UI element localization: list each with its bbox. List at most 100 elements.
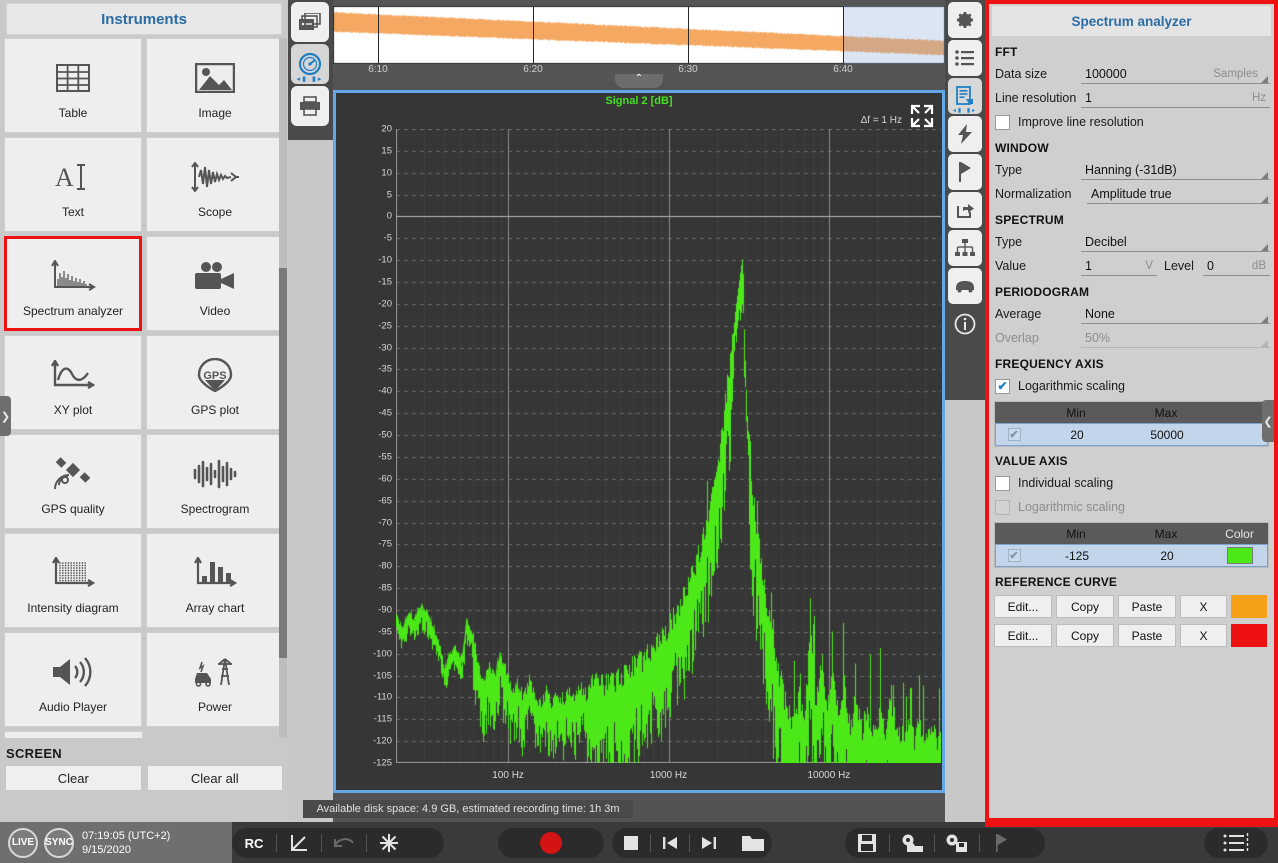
reference-copy-button[interactable]: Copy	[1056, 595, 1114, 618]
instrument-image[interactable]: Image	[146, 38, 284, 133]
instruments-scrollbar[interactable]	[279, 38, 287, 738]
list-icon[interactable]	[948, 40, 982, 76]
spectrum-level-input[interactable]: 0 dB	[1203, 256, 1270, 276]
document-form-icon[interactable]: ◂▮ ▮▸	[948, 78, 982, 114]
screens-icon[interactable]	[291, 2, 329, 42]
reference-color-swatch[interactable]	[1231, 624, 1267, 647]
spectrum-plot-area[interactable]: 20 15 10 5 0 -5 -10 -15 -20 -25 -30 -35 -40 -45 -50 -55…	[373, 124, 941, 781]
instrument-table[interactable]: Table	[4, 38, 142, 133]
save-icon[interactable]	[845, 828, 889, 858]
frequency-axis-table-row[interactable]: ✔ 20 50000	[995, 423, 1268, 446]
rc-button[interactable]: RC	[232, 828, 276, 858]
flag-icon[interactable]	[948, 154, 982, 190]
spectrum-type-select[interactable]: Decibel	[1081, 232, 1270, 252]
expand-arrows-icon[interactable]	[908, 103, 936, 129]
reference-color-swatch[interactable]	[1231, 595, 1267, 618]
window-type-select[interactable]: Hanning (-31dB)	[1081, 160, 1270, 180]
periodogram-overlap-label: Overlap	[995, 331, 1039, 345]
left-panel-expand-handle[interactable]: ❯	[0, 396, 11, 436]
value-color-cell[interactable]	[1212, 547, 1267, 564]
value-individual-scaling-row[interactable]: Individual scaling	[989, 471, 1274, 495]
reference-paste-button[interactable]: Paste	[1118, 595, 1176, 618]
instrument-gps-quality[interactable]: GPS quality	[4, 434, 142, 529]
right-panel-collapse-handle[interactable]: ❮	[1262, 400, 1274, 442]
frequency-log-scaling-row[interactable]: ✔ Logarithmic scaling	[989, 374, 1274, 398]
reference-paste-button[interactable]: Paste	[1118, 624, 1176, 647]
value-min-value[interactable]: -125	[1032, 549, 1122, 563]
improve-line-resolution-checkbox[interactable]	[995, 114, 1010, 130]
freeze-icon[interactable]	[367, 828, 411, 858]
periodogram-section-title: PERIODOGRAM	[995, 285, 1090, 299]
settings-store-icon[interactable]	[935, 828, 979, 858]
measure-icon[interactable]	[277, 828, 321, 858]
instrument-audio-player[interactable]: Audio Player	[4, 632, 142, 727]
chart-delta-f-label: Δf = 1 Hz	[860, 115, 902, 126]
instrument-spectrogram[interactable]: Spectrogram	[146, 434, 284, 529]
prev-button[interactable]	[651, 828, 689, 858]
chevron-down-icon[interactable]	[1261, 196, 1268, 203]
instrument-label: Spectrogram	[180, 501, 250, 516]
curve-color-swatch[interactable]	[1226, 547, 1253, 564]
info-icon[interactable]	[948, 306, 982, 342]
instrument-vehicle[interactable]	[4, 731, 143, 738]
instruments-scroll-thumb[interactable]	[279, 268, 287, 658]
open-folder-button[interactable]	[734, 828, 772, 858]
frequency-min-value[interactable]: 20	[1032, 428, 1122, 442]
flag-icon[interactable]	[980, 828, 1024, 858]
lightning-icon[interactable]	[948, 116, 982, 152]
instrument-video[interactable]: Video	[146, 236, 284, 331]
gear-icon[interactable]	[948, 2, 982, 38]
save-settings-icon[interactable]	[890, 828, 934, 858]
next-button[interactable]	[690, 828, 728, 858]
frequency-log-scaling-checkbox[interactable]: ✔	[995, 378, 1010, 394]
reference-clear-button[interactable]: X	[1180, 595, 1227, 618]
chevron-down-icon[interactable]	[1261, 244, 1268, 251]
spectrum-chart-frame[interactable]: Signal 2 [dB] Δf = 1 Hz 20 15 10 5 0 -5 -10 -15…	[333, 90, 945, 793]
y-axis-tick-label: 0	[386, 210, 392, 222]
gauge-icon[interactable]: ◂▮ ▮▸	[291, 44, 329, 84]
frequency-max-value[interactable]: 50000	[1122, 428, 1212, 442]
reference-copy-button[interactable]: Copy	[1056, 624, 1114, 647]
printer-icon[interactable]	[291, 86, 329, 126]
list-menu-button[interactable]	[1204, 828, 1268, 858]
chevron-down-icon[interactable]	[1261, 76, 1268, 83]
instrument-array-chart[interactable]: Array chart	[146, 533, 284, 628]
line-resolution-input[interactable]: 1 Hz	[1081, 88, 1270, 108]
y-axis-tick-label: 5	[386, 189, 392, 201]
car-icon[interactable]	[948, 268, 982, 304]
value-axis-table-row[interactable]: ✔ -125 20	[995, 544, 1268, 567]
reference-clear-button[interactable]: X	[1180, 624, 1227, 647]
reference-edit-button[interactable]: Edit...	[994, 624, 1052, 647]
value-row-enable[interactable]: ✔	[996, 549, 1032, 562]
live-badge: LIVE	[8, 827, 38, 858]
instrument-intensity-diagram[interactable]: Intensity diagram	[4, 533, 142, 628]
improve-line-resolution-row[interactable]: Improve line resolution	[989, 110, 1274, 134]
chevron-down-icon[interactable]	[1261, 316, 1268, 323]
instrument-spectrum-analyzer[interactable]: Spectrum analyzer	[4, 236, 143, 331]
share-export-icon[interactable]	[948, 192, 982, 228]
clear-button[interactable]: Clear	[5, 765, 142, 791]
window-normalization-select[interactable]: Amplitude true	[1087, 184, 1270, 204]
data-size-input[interactable]: 100000 Samples	[1081, 64, 1270, 84]
instrument-xy-plot[interactable]: XY plot	[4, 335, 142, 430]
instrument-scope[interactable]: Scope	[146, 137, 284, 232]
network-icon[interactable]	[948, 230, 982, 266]
frequency-row-enable[interactable]: ✔	[996, 428, 1032, 441]
overview-strip[interactable]: 6:106:206:306:406:507:00 ⌃	[333, 0, 1163, 88]
chevron-down-icon[interactable]	[1261, 172, 1268, 179]
value-individual-scaling-checkbox[interactable]	[995, 475, 1010, 491]
overview-collapse-button[interactable]: ⌃	[615, 74, 663, 88]
stop-button[interactable]	[612, 828, 650, 858]
reference-edit-button[interactable]: Edit...	[994, 595, 1052, 618]
undo-icon[interactable]	[322, 828, 366, 858]
instrument-gps-plot[interactable]: GPS GPS plot	[146, 335, 284, 430]
instrument-label: Video	[199, 303, 231, 318]
clear-all-button[interactable]: Clear all	[146, 765, 283, 791]
value-max-value[interactable]: 20	[1122, 549, 1212, 563]
periodogram-average-select[interactable]: None	[1081, 304, 1270, 324]
record-button[interactable]	[498, 828, 604, 858]
overview-selection[interactable]	[843, 6, 945, 64]
spectrum-value-input[interactable]: 1 V	[1081, 256, 1157, 276]
instrument-power[interactable]: Power	[146, 632, 284, 727]
instrument-text[interactable]: A Text	[4, 137, 142, 232]
